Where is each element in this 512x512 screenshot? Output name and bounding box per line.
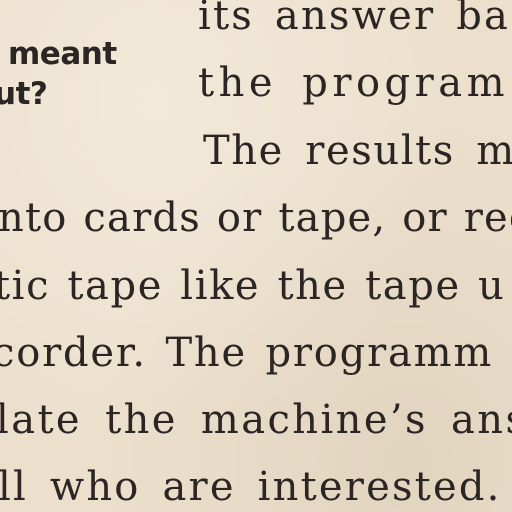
sidebar-question: meant ut? [0, 34, 146, 114]
body-text-line: the program [198, 60, 510, 106]
sidebar-line: ut? [0, 76, 48, 112]
body-text-line: nto cards or tape, or rec [0, 195, 512, 241]
body-text-line: late the machine’s ans [0, 397, 512, 443]
body-text-line: ll who are interested. [0, 464, 502, 510]
book-page: meant ut? its answer ba the program The … [0, 0, 512, 512]
body-text-line: The results m [203, 128, 512, 174]
body-text-line: tic tape like the tape u [0, 263, 506, 309]
body-text-line: corder. The programm [0, 330, 494, 376]
sidebar-line: meant [8, 36, 117, 72]
body-text-line: its answer ba [198, 0, 511, 39]
